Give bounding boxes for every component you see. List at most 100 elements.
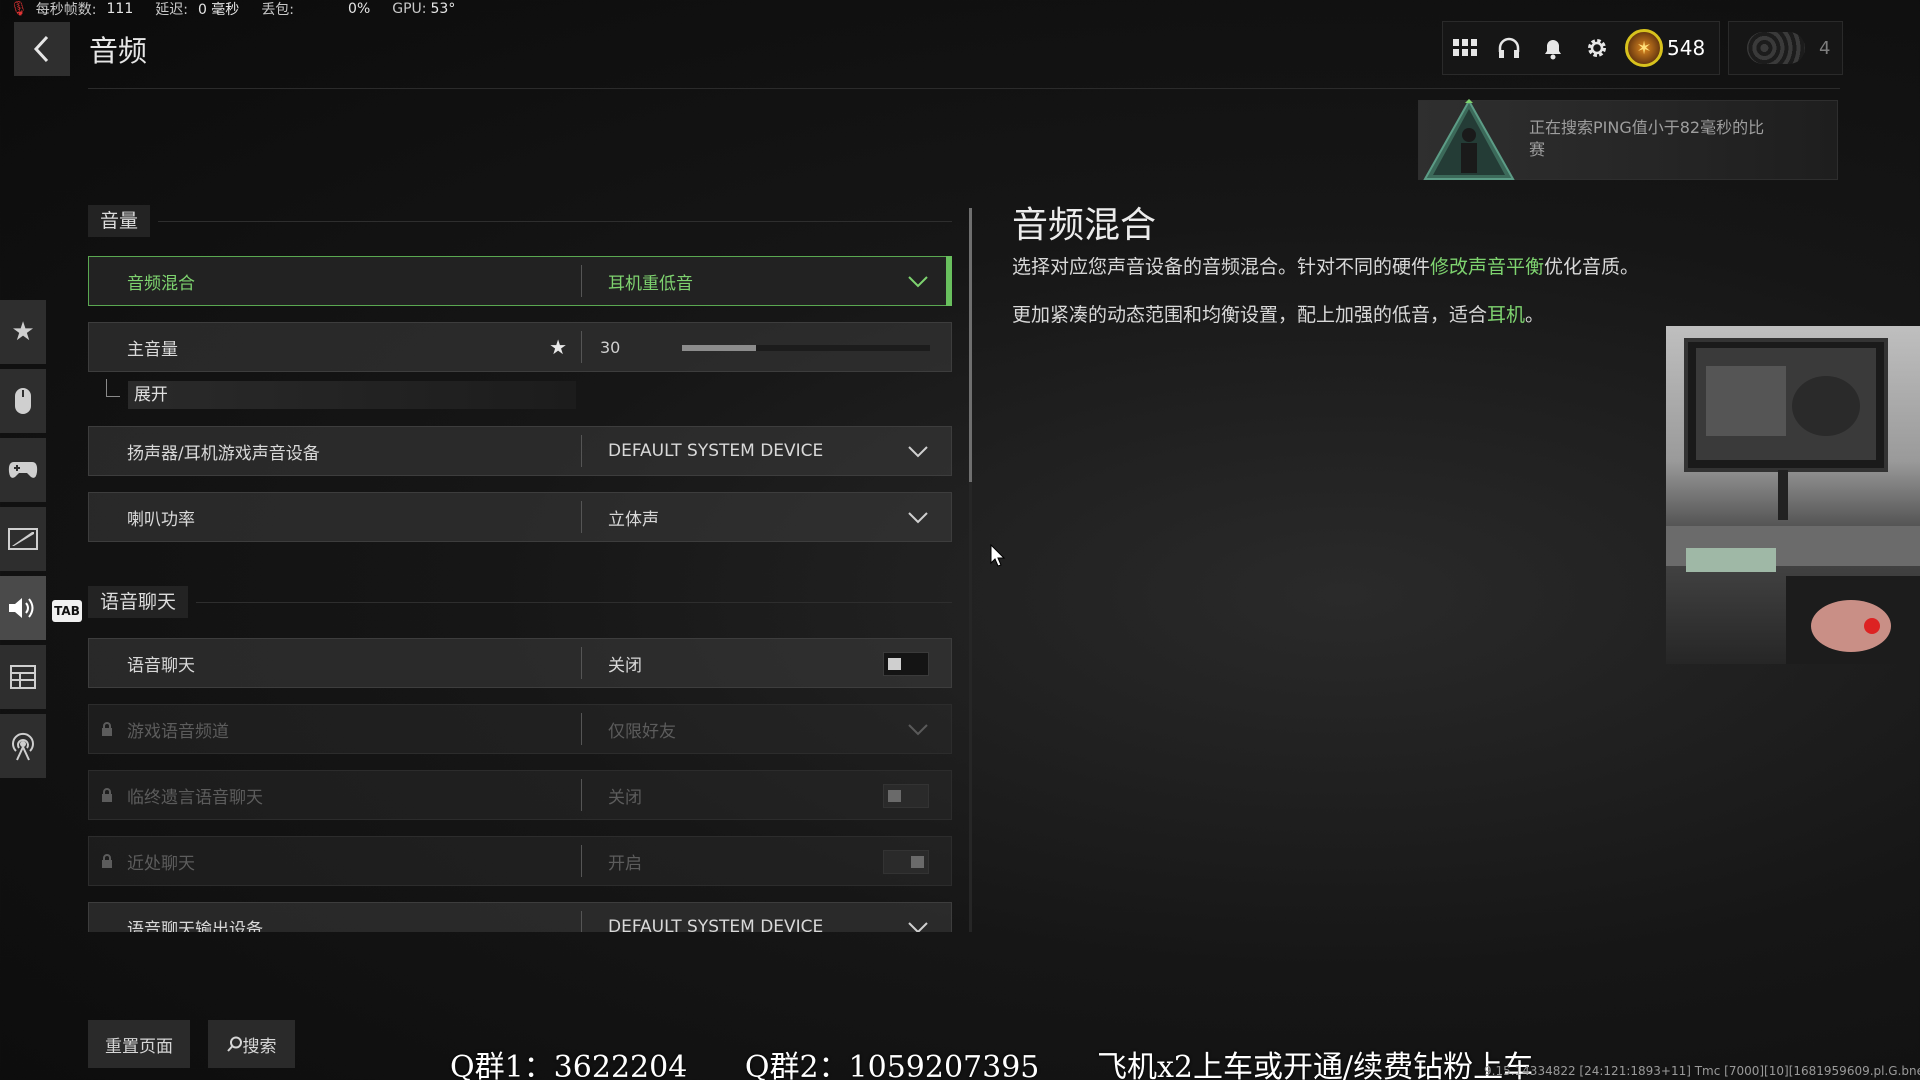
favorite-star-icon[interactable]: ★ bbox=[549, 335, 567, 359]
category-rail: ★ bbox=[0, 300, 46, 783]
setting-value: DEFAULT SYSTEM DEVICE bbox=[608, 441, 824, 461]
display-icon bbox=[8, 528, 38, 550]
bell-icon[interactable] bbox=[1531, 21, 1575, 75]
description-link[interactable]: 耳机 bbox=[1487, 304, 1525, 326]
setting-master-volume[interactable]: 主音量 ★ 30 bbox=[88, 322, 952, 372]
setting-label: 扬声器/耳机游戏声音设备 bbox=[127, 443, 320, 464]
rail-audio[interactable] bbox=[0, 576, 46, 640]
back-arrow-icon bbox=[33, 35, 49, 63]
reset-page-button[interactable]: 重置页面 bbox=[88, 1020, 190, 1068]
setting-value: 关闭 bbox=[608, 655, 642, 676]
mouse-icon bbox=[15, 388, 31, 414]
section-volume: 音量 bbox=[88, 205, 952, 237]
setting-label: 游戏语音频道 bbox=[127, 721, 229, 742]
ticker-group-1: Q群1：3622204 bbox=[450, 1050, 688, 1080]
star-icon: ★ bbox=[11, 317, 35, 347]
slider-value: 30 bbox=[600, 337, 621, 357]
matchmaking-banner: 正在搜索PING值小于82毫秒的比赛 bbox=[1418, 99, 1838, 180]
performance-stats: 🎙 每秒帧数: 111 延迟: 0 毫秒 丢包: 0% GPU: 53° bbox=[10, 0, 477, 18]
search-label: 搜索 bbox=[242, 1036, 277, 1057]
fps-label: 每秒帧数: bbox=[35, 2, 97, 18]
rail-controller[interactable] bbox=[0, 438, 46, 502]
mouse-cursor-icon bbox=[990, 544, 1006, 567]
back-button[interactable] bbox=[14, 22, 70, 76]
ticker-message: 飞机x2上车或开通/续费钻粉上车 bbox=[1096, 1050, 1534, 1080]
rail-mouse[interactable] bbox=[0, 369, 46, 433]
setting-value: 耳机重低音 bbox=[608, 273, 693, 294]
rail-graphics[interactable] bbox=[0, 507, 46, 571]
setting-value: 立体声 bbox=[608, 509, 659, 530]
network-icon bbox=[12, 732, 34, 761]
description-line-1: 选择对应您声音设备的音频混合。针对不同的硬件修改声音平衡优化音质。 bbox=[1012, 256, 1640, 278]
setting-output-device[interactable]: 扬声器/耳机游戏声音设备 DEFAULT SYSTEM DEVICE bbox=[88, 426, 952, 476]
setting-label: 喇叭功率 bbox=[127, 509, 195, 530]
packet-loss-value: 0% bbox=[348, 1, 371, 17]
header-divider bbox=[88, 88, 1840, 89]
build-info: 9.15.14334822 [24:121:1893+11] Tmc [7000… bbox=[1484, 1064, 1920, 1078]
audio-mix-dropdown[interactable]: 耳机重低音 bbox=[582, 257, 951, 305]
setting-audio-mix[interactable]: 音频混合 耳机重低音 bbox=[88, 256, 952, 306]
setting-label: 近处聊天 bbox=[127, 853, 195, 874]
grid-icon[interactable] bbox=[1443, 21, 1487, 75]
rail-network[interactable] bbox=[0, 714, 46, 778]
chevron-down-icon bbox=[908, 446, 928, 458]
proximity-chat-toggle bbox=[883, 850, 929, 874]
description-line-2: 更加紧凑的动态范围和均衡设置，配上加强的低音，适合耳机。 bbox=[1012, 304, 1545, 326]
gpu-value: 53° bbox=[430, 1, 456, 17]
rail-interface[interactable] bbox=[0, 645, 46, 709]
slider-track[interactable] bbox=[682, 345, 930, 351]
description-link[interactable]: 修改声音平衡 bbox=[1430, 256, 1544, 278]
setting-game-voice-channel: 游戏语音频道 仅限好友 bbox=[88, 704, 952, 754]
section-title: 语音聊天 bbox=[88, 586, 189, 618]
chevron-down-icon bbox=[908, 276, 928, 288]
packet-loss-label: 丢包: bbox=[261, 2, 295, 18]
slider-fill bbox=[682, 345, 757, 351]
setting-proximity-chat: 近处聊天 开启 bbox=[88, 836, 952, 886]
latency-label: 延迟: bbox=[155, 2, 188, 18]
game-voice-channel-dropdown: 仅限好友 bbox=[582, 705, 951, 753]
controller-icon bbox=[8, 462, 38, 478]
setting-value: 开启 bbox=[608, 853, 642, 874]
matchmaking-status: 正在搜索PING值小于82毫秒的比赛 bbox=[1529, 118, 1765, 159]
search-icon bbox=[226, 1036, 242, 1052]
coin-icon: ✶ bbox=[1625, 29, 1663, 67]
chevron-down-icon bbox=[908, 724, 928, 736]
currency-display[interactable]: ✶ 548 bbox=[1625, 29, 1705, 67]
interface-icon bbox=[10, 665, 36, 689]
setting-voice-output-device[interactable]: 语音聊天输出设备 DEFAULT SYSTEM DEVICE bbox=[88, 902, 952, 932]
expand-label: 展开 bbox=[127, 381, 576, 409]
ticker-group-2: Q群2：1059207395 bbox=[744, 1050, 1040, 1080]
chevron-down-icon bbox=[908, 512, 928, 524]
player-level: 4 bbox=[1819, 37, 1831, 59]
setting-speaker-power[interactable]: 喇叭功率 立体声 bbox=[88, 492, 952, 542]
profile-card[interactable]: 4 bbox=[1728, 21, 1843, 75]
speaker-icon bbox=[9, 598, 34, 618]
latency-value: 0 毫秒 bbox=[197, 2, 240, 18]
search-button[interactable]: 搜索 bbox=[208, 1020, 295, 1068]
stream-ticker: Q群1：3622204 Q群2：1059207395 飞机x2上车或开通/续费钻… bbox=[450, 1042, 1581, 1080]
setting-value: DEFAULT SYSTEM DEVICE bbox=[608, 917, 824, 932]
rail-favorites[interactable]: ★ bbox=[0, 300, 46, 364]
headset-icon[interactable] bbox=[1487, 21, 1531, 75]
chevron-down-icon bbox=[908, 922, 928, 932]
voice-output-device-dropdown[interactable]: DEFAULT SYSTEM DEVICE bbox=[582, 903, 951, 932]
section-voice-chat: 语音聊天 bbox=[88, 586, 952, 618]
recording-icon: 🎙 bbox=[10, 1, 28, 17]
gear-icon[interactable] bbox=[1575, 21, 1619, 75]
output-device-dropdown[interactable]: DEFAULT SYSTEM DEVICE bbox=[582, 427, 951, 475]
top-bar: ✶ 548 bbox=[1442, 21, 1720, 75]
settings-scrollbar[interactable] bbox=[969, 208, 972, 932]
webcam-overlay bbox=[1666, 326, 1920, 664]
setting-value: 仅限好友 bbox=[608, 721, 676, 742]
master-volume-slider[interactable]: 30 bbox=[582, 323, 951, 371]
setting-label: 临终遗言语音聊天 bbox=[127, 787, 263, 808]
setting-voice-chat[interactable]: 语音聊天 关闭 bbox=[88, 638, 952, 688]
voice-chat-toggle[interactable] bbox=[883, 652, 929, 676]
speaker-power-dropdown[interactable]: 立体声 bbox=[582, 493, 951, 541]
section-title: 音量 bbox=[88, 205, 151, 237]
scrollbar-thumb[interactable] bbox=[969, 208, 972, 482]
last-words-toggle bbox=[883, 784, 929, 808]
player-emblem bbox=[1747, 32, 1805, 64]
tab-key-hint: TAB bbox=[52, 600, 82, 622]
expand-row[interactable]: 展开 bbox=[106, 379, 576, 410]
